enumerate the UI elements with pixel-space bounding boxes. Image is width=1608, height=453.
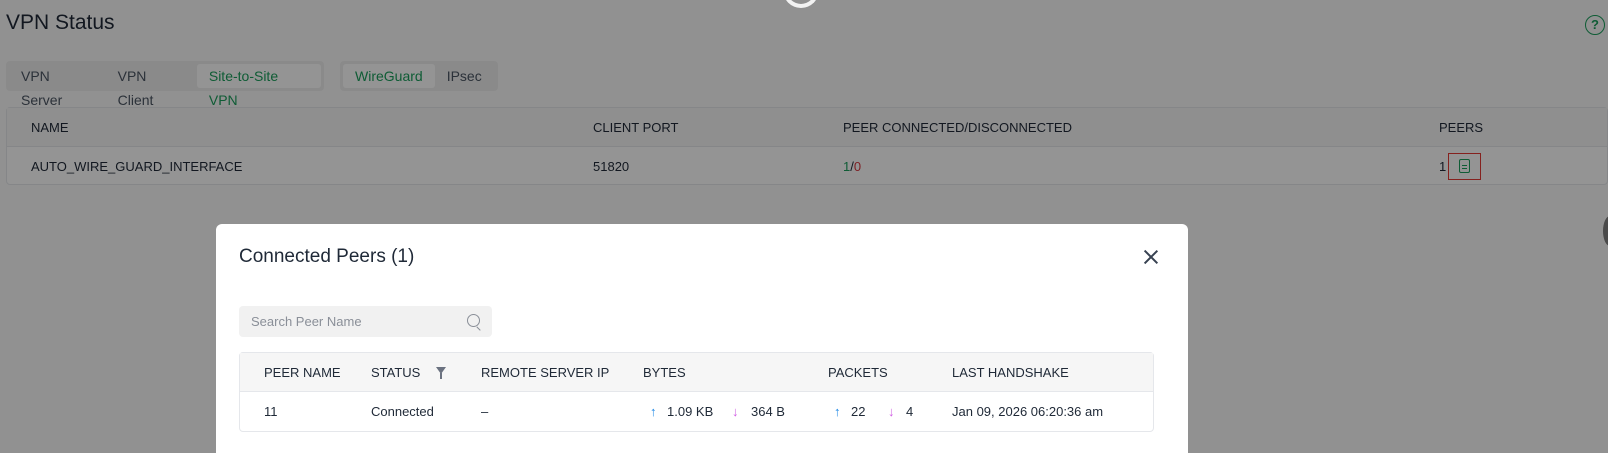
last-handshake-time: Jan 09, 2026 06:20:36 am	[952, 404, 1104, 419]
bytes-sent: 1.09 KB	[667, 404, 714, 419]
arrow-up-icon: ↑	[650, 404, 657, 419]
dialog-title: Connected Peers (1)	[239, 246, 415, 267]
bytes-received: 364 B	[751, 404, 785, 419]
packets-received: 4	[906, 404, 914, 419]
column-header-last-handshake: LAST HANDSHAKE	[952, 365, 1069, 380]
connected-peers-dialog: Connected Peers (1) PEER NAME STATUS REM…	[216, 224, 1188, 453]
arrow-down-icon: ↓	[732, 404, 739, 419]
column-header-packets: PACKETS	[828, 365, 888, 380]
close-icon[interactable]	[1143, 249, 1159, 265]
table-row: 11 Connected – ↑ 1.09 KB ↓ 364 B ↑ 22 ↓ …	[240, 392, 1153, 432]
column-header-bytes: BYTES	[643, 365, 686, 380]
table-header: PEER NAME STATUS REMOTE SERVER IP BYTES …	[240, 353, 1153, 392]
peer-name: 11	[264, 404, 278, 419]
status-badge: Connected	[371, 404, 434, 419]
search-peer-input[interactable]	[239, 306, 492, 337]
side-handle	[1603, 216, 1608, 246]
arrow-down-icon: ↓	[888, 404, 895, 419]
peers-table: PEER NAME STATUS REMOTE SERVER IP BYTES …	[239, 352, 1154, 432]
packets-sent: 22	[851, 404, 866, 419]
remote-server-ip: –	[481, 404, 489, 419]
search-icon[interactable]	[467, 314, 480, 327]
column-header-status: STATUS	[371, 365, 421, 380]
loading-spinner-icon	[783, 0, 819, 8]
column-header-remote-ip: REMOTE SERVER IP	[481, 365, 610, 380]
filter-icon[interactable]	[436, 367, 446, 379]
arrow-up-icon: ↑	[834, 404, 841, 419]
column-header-peer-name: PEER NAME	[264, 365, 341, 380]
